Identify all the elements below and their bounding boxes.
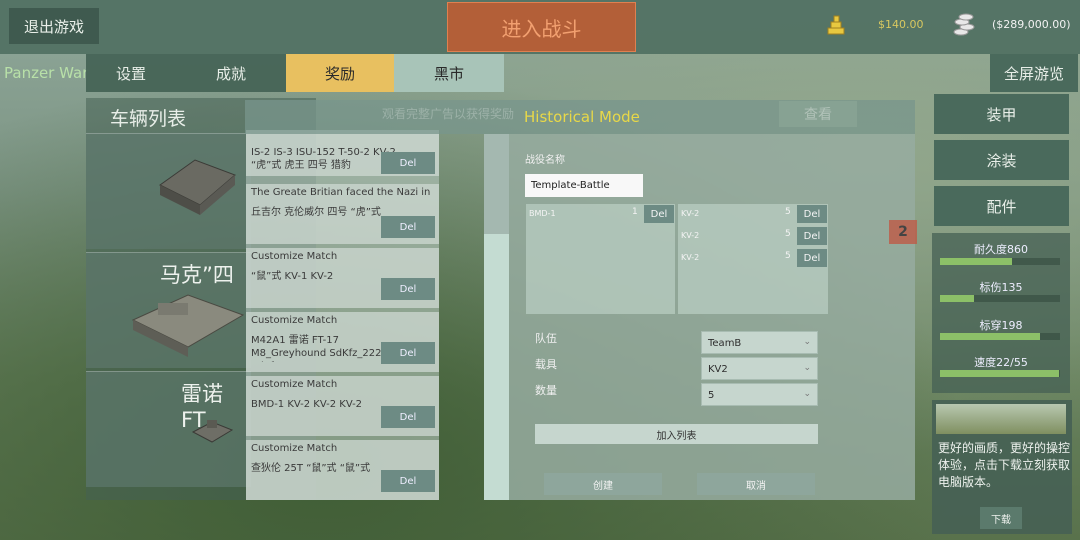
entry-description: 查狄伦 25T “鼠”式 “鼠”式 [251, 463, 371, 474]
stat-durability-bar [940, 258, 1060, 265]
vehicle-name: KV-2 [681, 253, 700, 262]
delete-button[interactable]: Del [381, 406, 435, 428]
vehicle-name: KV-2 [681, 209, 700, 218]
entry-description: 丘吉尔 克伦威尔 四号 “虎”式 [251, 207, 381, 218]
entry-title: Customize Match [251, 443, 338, 454]
vehicle-count: 5 [785, 207, 791, 217]
parts-button[interactable]: 配件 [934, 186, 1069, 226]
stat-durability-label: 耐久度860 [974, 243, 1028, 256]
list-item: BMD-1 1 Del [526, 205, 675, 223]
stat-penetration-label: 标穿198 [979, 319, 1023, 332]
add-to-list-button[interactable]: 加入列表 [535, 424, 818, 444]
list-item[interactable]: Customize Match 查狄伦 25T “鼠”式 “鼠”式 Del [246, 440, 439, 500]
battle-name-input[interactable] [525, 174, 643, 197]
list-item[interactable]: Customize Match BMD-1 KV-2 KV-2 KV-2 Del [246, 376, 439, 436]
delete-button[interactable]: Del [381, 216, 435, 238]
entry-title: Customize Match [251, 251, 338, 262]
vehicle-count: 5 [785, 251, 791, 261]
coins-icon [953, 13, 975, 36]
stat-fill [940, 295, 974, 302]
gold-balance: $140.00 [878, 18, 924, 31]
exit-game-button[interactable]: 退出游戏 [9, 8, 99, 44]
chevron-down-icon: ⌄ [803, 389, 811, 399]
stat-damage-label: 标伤135 [979, 281, 1023, 294]
download-button[interactable]: 下载 [980, 507, 1022, 529]
view-button[interactable]: 查看 [779, 101, 857, 127]
delete-button[interactable]: Del [797, 227, 827, 245]
stat-speed-label: 速度22/55 [974, 356, 1028, 369]
battle-name-label: 战役名称 [525, 155, 565, 166]
delete-button[interactable]: Del [381, 342, 435, 364]
team-select-value: TeamB [708, 338, 742, 349]
entry-description: “鼠”式 KV-1 KV-2 [251, 271, 334, 282]
delete-button[interactable]: Del [381, 278, 435, 300]
delete-button[interactable]: Del [644, 205, 674, 223]
create-button[interactable]: 创建 [544, 473, 662, 495]
team-a-list: BMD-1 1 Del [526, 204, 675, 314]
stat-fill [940, 333, 1040, 340]
armor-button[interactable]: 装甲 [934, 94, 1069, 134]
level-badge: 2 [889, 220, 917, 244]
tab-rewards[interactable]: 奖励 [286, 54, 394, 92]
vehicle-select-value: KV2 [708, 364, 728, 375]
list-item[interactable]: Customize Match M42A1 雷诺 FT-17 M8_Greyho… [246, 312, 439, 372]
list-item: KV-2 5 Del [678, 227, 828, 245]
stat-penetration-bar [940, 333, 1060, 340]
tank-icon [191, 420, 234, 443]
paint-button[interactable]: 涂装 [934, 140, 1069, 180]
gold-bars-icon [827, 15, 845, 35]
list-item: KV-2 5 Del [678, 249, 828, 267]
promo-text: 更好的画质，更好的操控体验，点击下载立刻获取电脑版本。 [938, 441, 1071, 489]
vehicle-select[interactable]: KV2 ⌄ [701, 357, 818, 380]
cash-balance: ($289,000.00) [992, 18, 1071, 31]
vehicle-count: 5 [785, 229, 791, 239]
cancel-button[interactable]: 取消 [697, 473, 815, 495]
delete-button[interactable]: Del [797, 249, 827, 267]
vehicle-count: 1 [632, 207, 638, 217]
entry-description: BMD-1 KV-2 KV-2 KV-2 [251, 399, 363, 410]
entry-title: The Greate Britian faced the Nazi in [251, 187, 431, 198]
entry-title: Customize Match [251, 379, 338, 390]
vehicle-list-title: 车辆列表 [110, 108, 187, 130]
list-item[interactable]: IS-2 IS-3 ISU-152 T-50-2 KV-2 “虎”式 虎王 四号… [246, 130, 439, 176]
promo-image [936, 404, 1066, 434]
nav-bar: Panzer War 设置 成就 奖励 黑市 全屏游览 [0, 54, 1080, 92]
tab-black-market[interactable]: 黑市 [394, 54, 504, 92]
stat-damage-bar [940, 295, 1060, 302]
enter-battle-button[interactable]: 进入战斗 [447, 2, 636, 52]
list-item[interactable]: The Greate Britian faced the Nazi in 丘吉尔… [246, 184, 439, 244]
fullscreen-button[interactable]: 全屏游览 [990, 54, 1078, 92]
tab-settings[interactable]: 设置 [86, 54, 176, 92]
stat-speed-bar [940, 370, 1060, 377]
list-scrollbar-thumb[interactable] [484, 134, 509, 234]
team-label: 队伍 [535, 332, 557, 345]
delete-button[interactable]: Del [797, 205, 827, 223]
entry-title: Customize Match [251, 315, 338, 326]
quantity-select-value: 5 [708, 390, 715, 401]
delete-button[interactable]: Del [381, 152, 435, 174]
team-select[interactable]: TeamB ⌄ [701, 331, 818, 354]
team-b-list: KV-2 5 Del KV-2 5 Del KV-2 5 Del [678, 204, 828, 314]
entry-description: IS-2 IS-3 ISU-152 T-50-2 KV-2 “虎”式 虎王 四号… [251, 147, 396, 171]
chevron-down-icon: ⌄ [803, 337, 811, 347]
list-item: KV-2 5 Del [678, 205, 828, 223]
ad-banner-text: 观看完整广告以获得奖励 [382, 107, 515, 121]
dialog-title: Historical Mode [524, 108, 640, 126]
quantity-select[interactable]: 5 ⌄ [701, 383, 818, 406]
brand-label: Panzer War [4, 64, 89, 82]
quantity-label: 数量 [535, 384, 557, 397]
chevron-down-icon: ⌄ [803, 363, 811, 373]
vehicle-name: KV-2 [681, 231, 700, 240]
list-item[interactable]: Customize Match “鼠”式 KV-1 KV-2 Del [246, 248, 439, 308]
tank-icon [159, 159, 236, 215]
vehicle-name: BMD-1 [529, 209, 556, 218]
stat-fill [940, 258, 1012, 265]
battle-list[interactable]: IS-2 IS-3 ISU-152 T-50-2 KV-2 “虎”式 虎王 四号… [246, 130, 439, 500]
tank-icon [131, 294, 245, 357]
vehicle-label: 载具 [535, 358, 557, 371]
stat-fill [940, 370, 1059, 377]
delete-button[interactable]: Del [381, 470, 435, 492]
entry-description: M42A1 雷诺 FT-17 M8_Greyhound SdKfz_222 Sd… [251, 335, 382, 362]
tab-achievements[interactable]: 成就 [176, 54, 286, 92]
